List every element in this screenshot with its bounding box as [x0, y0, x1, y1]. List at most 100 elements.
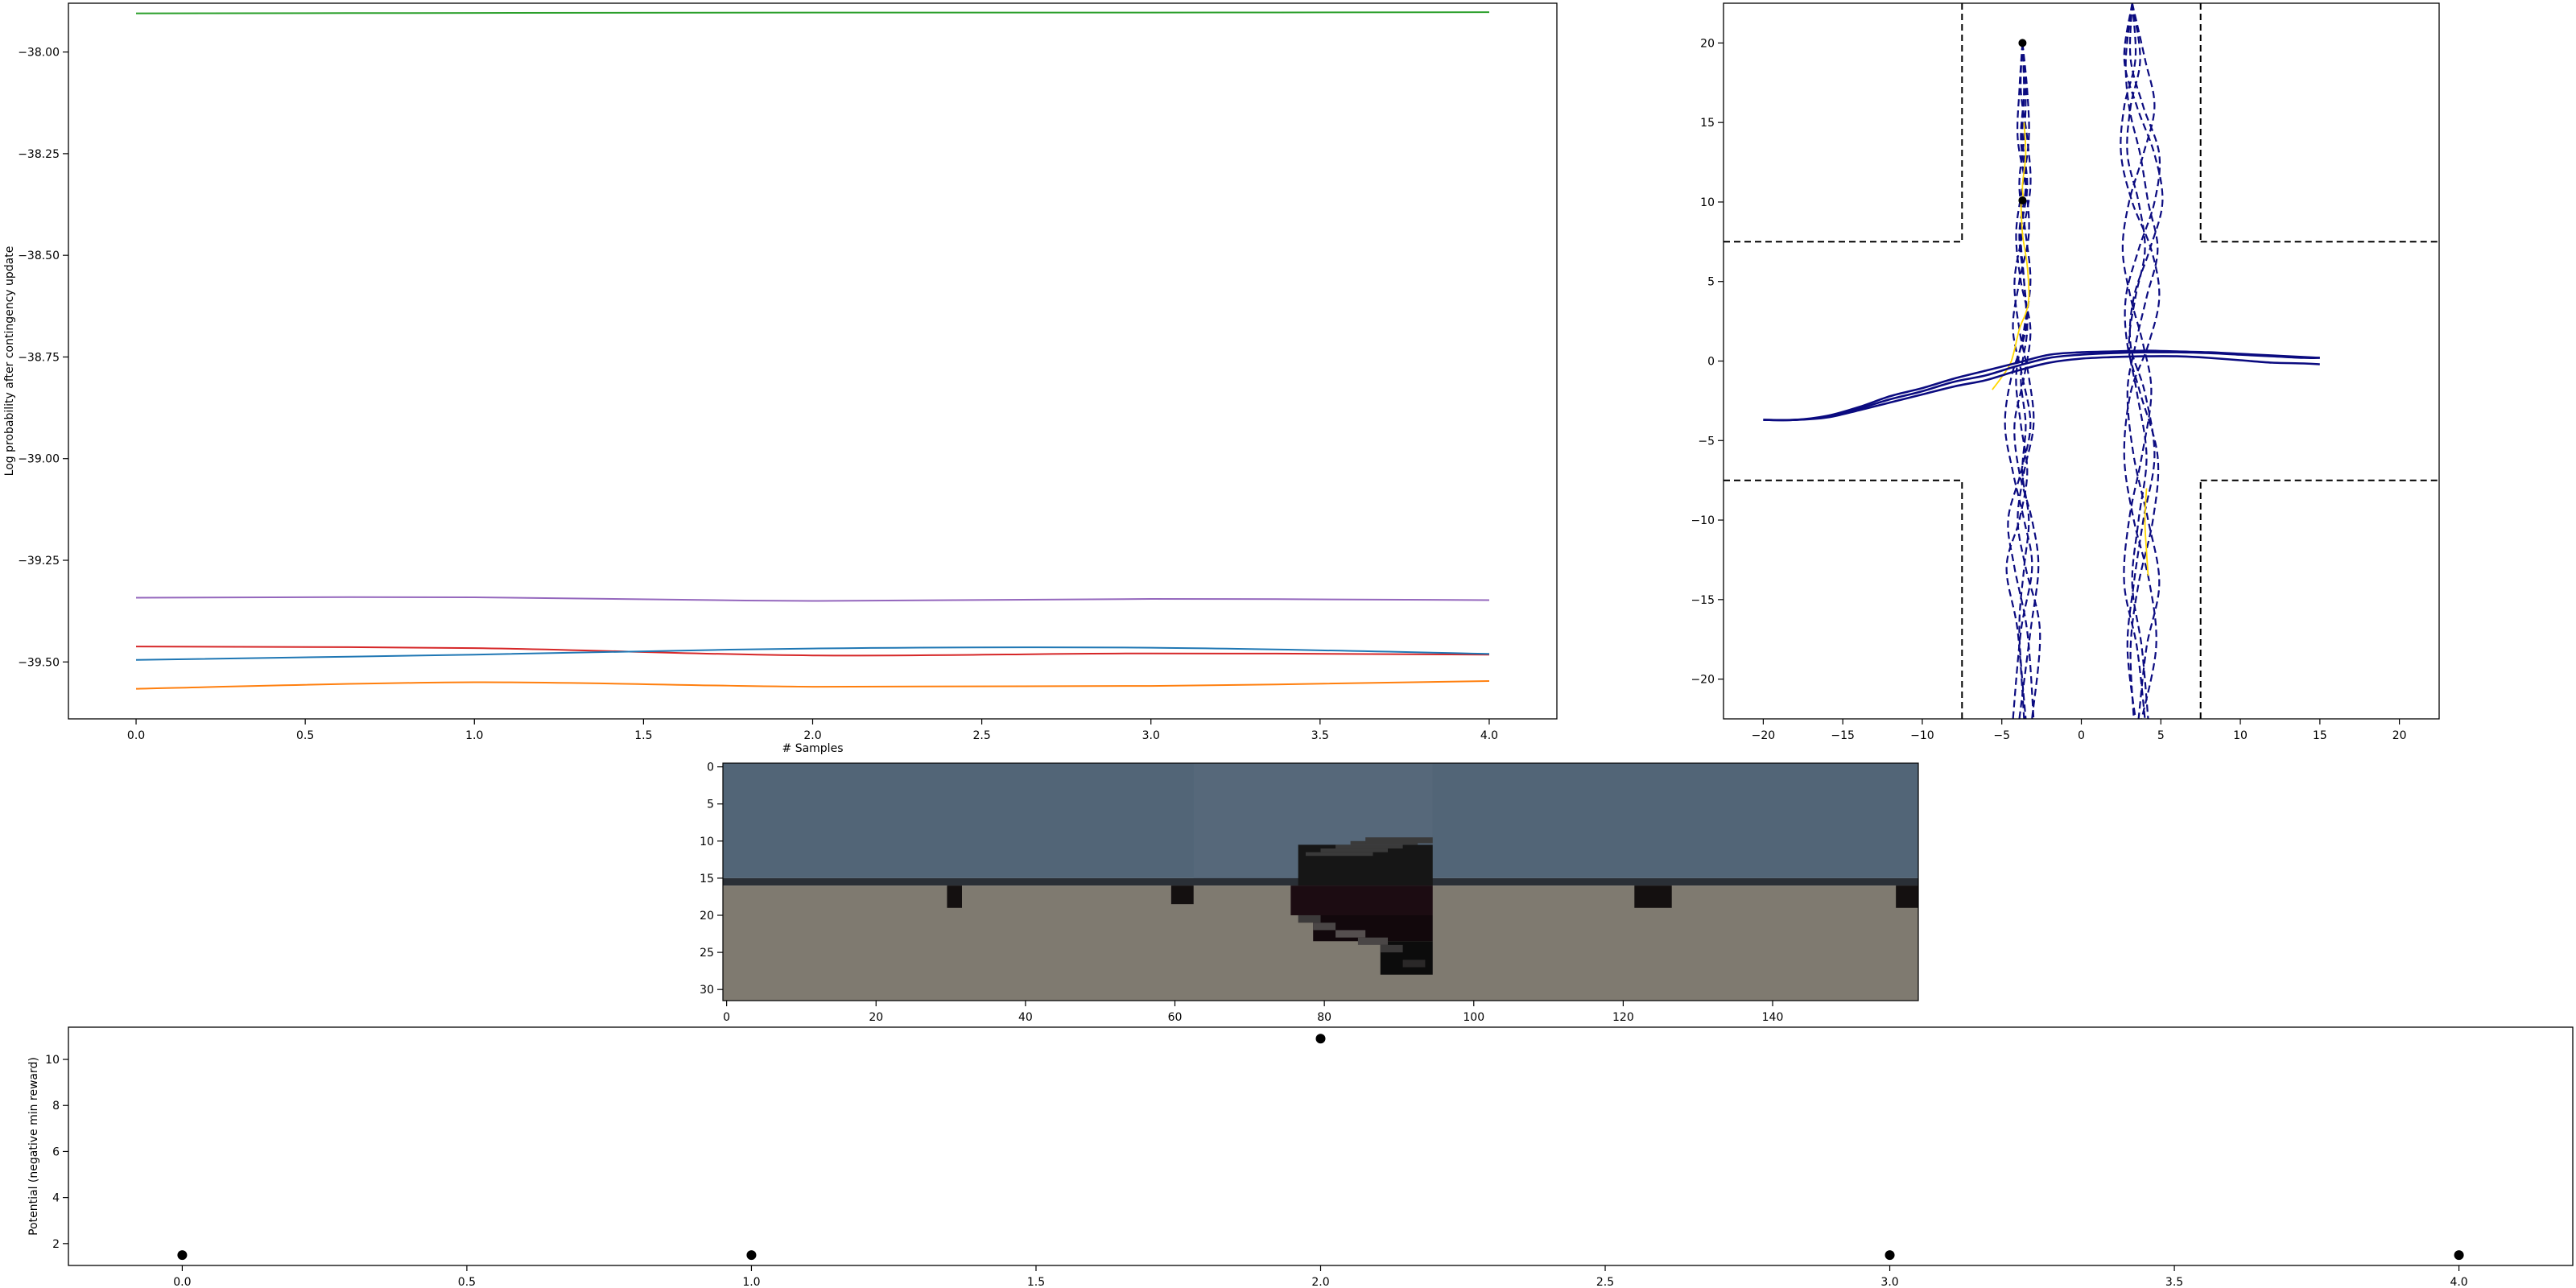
- potential-point-4: [1885, 1250, 1895, 1261]
- intersection-xtick-label: 0: [2078, 729, 2085, 742]
- intersection-ytick-label: 5: [1707, 276, 1715, 289]
- potential-scatter-plot: 0.0 0.5 1.0 1.5 2.0 2.5 3.0 3.5 4.0 2 4 6 8 10 Potenti…: [27, 1026, 2574, 1288]
- camera-region-post-1: [947, 886, 962, 908]
- logprob-series-line-2: [135, 596, 1490, 602]
- intersection-xtick-label: −10: [1910, 729, 1934, 742]
- potential-point-3: [1315, 1034, 1326, 1044]
- intersection-ytick-label: 10: [1700, 196, 1715, 209]
- logprob-ytick-label: −39.00: [18, 453, 60, 466]
- camera-xtick-label: 120: [1612, 1011, 1634, 1024]
- agent-marker-1: [2018, 39, 2027, 47]
- potential-ytick-label: 2: [52, 1238, 60, 1251]
- agent-right-trajectory-4: [2121, 3, 2156, 719]
- intersection-xtick-label: −15: [1831, 729, 1855, 742]
- camera-xtick-label: 140: [1762, 1011, 1784, 1024]
- logprob-ytick-label: −38.50: [18, 250, 60, 262]
- potential-ytick-label: 4: [52, 1192, 60, 1205]
- camera-vehicle-roof-pixel: [1365, 837, 1433, 844]
- camera-vehicle-shadow-pixel: [1380, 944, 1403, 953]
- camera-ytick-label: 25: [700, 947, 714, 960]
- logprob-xtick-label: 4.0: [1480, 729, 1498, 742]
- camera-ytick-label: 10: [700, 836, 714, 848]
- camera-vehicle-shadow-pixel: [1357, 937, 1389, 945]
- potential-ytick-label: 8: [52, 1100, 60, 1113]
- agent-right-trajectory-3: [2120, 3, 2161, 719]
- potential-xtick-label: 1.5: [1027, 1276, 1045, 1288]
- logprob-xtick-label: 2.5: [972, 729, 990, 742]
- intersection-xtick-label: 5: [2157, 729, 2165, 742]
- camera-vehicle-shadow-pixel: [1335, 930, 1366, 938]
- logprob-xtick-label: 0.5: [296, 729, 314, 742]
- potential-point-5: [2454, 1250, 2464, 1261]
- camera-vehicle-roof-pixel: [1335, 844, 1403, 849]
- logprob-y-axis-label: Log probability after contingency update: [3, 246, 16, 477]
- camera-vehicle-shadow-pixel: [1298, 914, 1321, 923]
- intersection-xtick-label: 15: [2313, 729, 2327, 742]
- intersection-ytick-label: 15: [1700, 117, 1715, 130]
- camera-ytick-label: 20: [700, 910, 714, 923]
- logprob-xtick-label: 3.0: [1142, 729, 1160, 742]
- logprob-xtick-label: 2.0: [803, 729, 821, 742]
- potential-axes-frame: [68, 1026, 2574, 1266]
- logprob-axes-frame: [68, 2, 1558, 720]
- potential-ytick-label: 6: [52, 1146, 60, 1158]
- intersection-ytick-label: −10: [1690, 514, 1715, 527]
- potential-xtick-label: 2.5: [1596, 1276, 1614, 1288]
- potential-ytick-label: 10: [45, 1054, 60, 1067]
- potential-xtick-label: 0.5: [458, 1276, 476, 1288]
- potential-xtick-label: 4.0: [2450, 1276, 2467, 1288]
- camera-vehicle-roof-pixel: [1305, 852, 1373, 857]
- intersection-axes-frame: [1723, 2, 2440, 720]
- intersection-ytick-label: −15: [1690, 594, 1715, 607]
- potential-xtick-label: 2.0: [1311, 1276, 1329, 1288]
- camera-ytick-label: 5: [707, 799, 714, 811]
- figure-canvas: 0.0 0.5 1.0 1.5 2.0 2.5 3.0 3.5 4.0 −39.50 −39.25 −…: [3, 2, 2574, 1288]
- camera-region-vehicle-body: [1290, 886, 1433, 915]
- logprob-ytick-label: −38.75: [18, 351, 60, 364]
- potential-point-2: [746, 1250, 757, 1261]
- intersection-ytick-label: 0: [1707, 356, 1715, 369]
- logprob-ytick-label: −39.50: [18, 656, 60, 669]
- logprob-xtick-label: 0.0: [127, 729, 145, 742]
- camera-xtick-label: 100: [1463, 1011, 1484, 1024]
- potential-y-axis-label: Potential (negative min reward): [27, 1057, 40, 1236]
- intersection-ytick-label: 20: [1700, 37, 1715, 50]
- logprob-x-axis-label: # Samples: [782, 742, 844, 755]
- camera-vehicle-shadow-pixel: [1313, 923, 1336, 931]
- camera-xtick-label: 0: [723, 1011, 730, 1024]
- agent-marker-2: [2018, 196, 2027, 204]
- camera-xtick-label: 20: [869, 1011, 883, 1024]
- logprob-series-line-5: [135, 680, 1490, 690]
- logprob-xtick-label: 3.5: [1311, 729, 1329, 742]
- camera-region-post-3: [1634, 886, 1672, 908]
- intersection-plot-area: [1724, 3, 2439, 719]
- log-probability-line-chart: 0.0 0.5 1.0 1.5 2.0 2.5 3.0 3.5 4.0 −39.50 −39.25 −…: [3, 2, 1558, 755]
- intersection-ytick-label: −20: [1690, 674, 1715, 687]
- intersection-xtick-label: 20: [2392, 729, 2407, 742]
- camera-vehicle-roof-pixel: [1320, 848, 1389, 852]
- potential-xtick-label: 3.5: [2165, 1276, 2183, 1288]
- camera-region-post-2: [1170, 886, 1194, 905]
- camera-xtick-label: 60: [1168, 1011, 1183, 1024]
- camera-xtick-label: 40: [1018, 1011, 1033, 1024]
- potential-xtick-label: 1.0: [742, 1276, 760, 1288]
- potential-xtick-label: 3.0: [1880, 1276, 1898, 1288]
- camera-xtick-label: 80: [1317, 1011, 1331, 1024]
- logprob-ytick-label: −38.25: [18, 148, 60, 161]
- logprob-ytick-label: −38.00: [18, 47, 60, 60]
- camera-vehicle-shadow-pixel: [1402, 960, 1426, 968]
- intersection-xtick-label: −5: [1993, 729, 2010, 742]
- intersection-ytick-label: −5: [1698, 435, 1715, 448]
- logprob-ytick-label: −39.25: [18, 555, 60, 568]
- potential-point-1: [177, 1250, 188, 1261]
- camera-region-post-4: [1896, 886, 1918, 908]
- intersection-xtick-label: 10: [2233, 729, 2248, 742]
- logprob-xtick-label: 1.5: [634, 729, 652, 742]
- ego-trajectory-2: [1763, 349, 2320, 422]
- intersection-trajectory-plot: −20 −15 −10 −5 0 5 10 15 20 −20 −15 −10 −5 0 5 10 15 20: [1690, 2, 2440, 742]
- camera-ytick-label: 0: [707, 762, 714, 774]
- logprob-xtick-label: 1.0: [465, 729, 483, 742]
- camera-ytick-label: 30: [700, 984, 714, 997]
- intersection-xtick-label: −20: [1752, 729, 1776, 742]
- potential-xtick-label: 0.0: [173, 1276, 191, 1288]
